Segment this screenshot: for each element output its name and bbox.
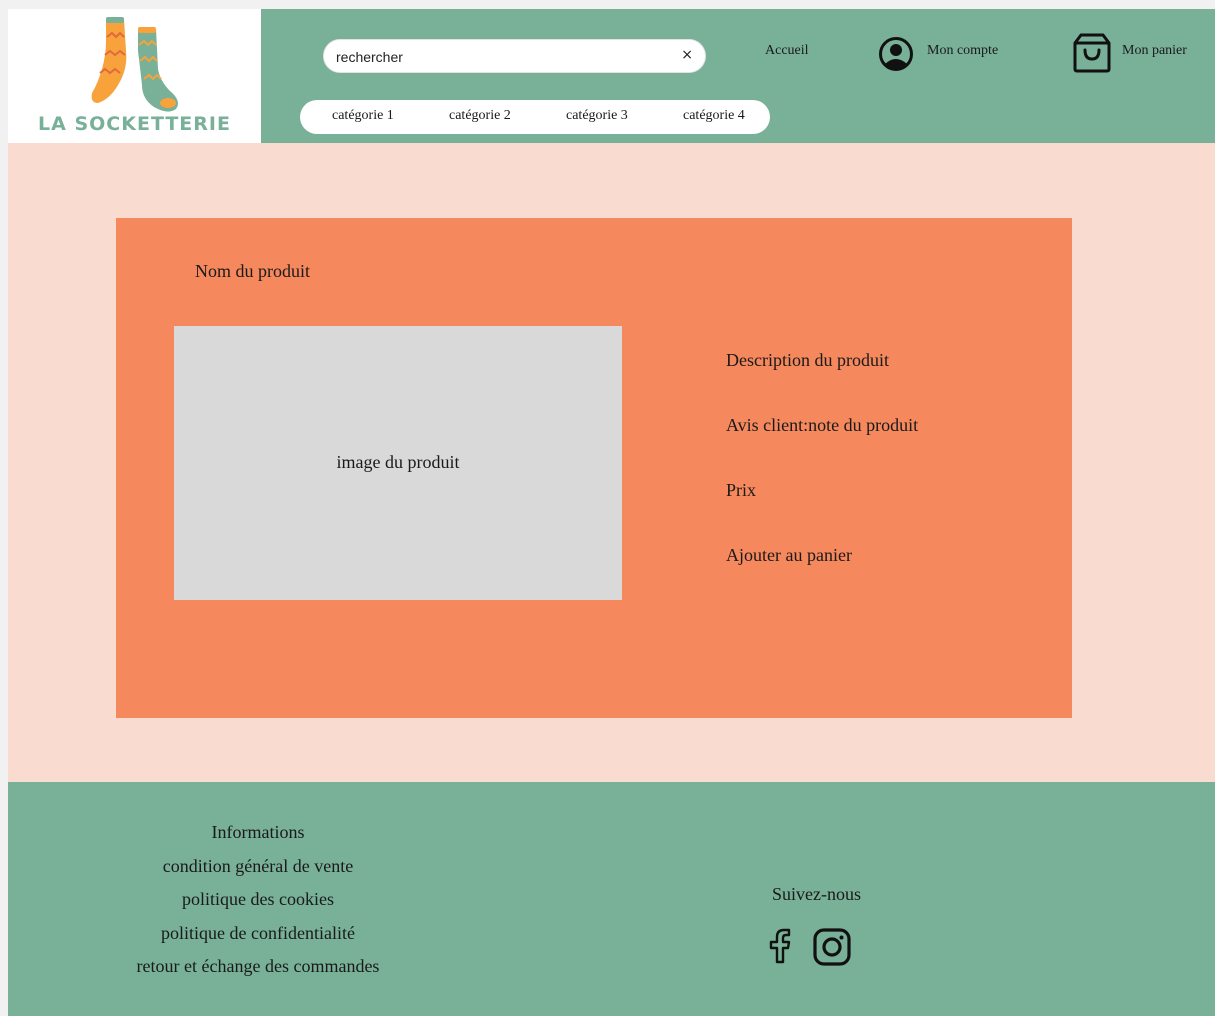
product-description: Description du produit [726, 350, 889, 370]
product-image-label: image du produit [336, 452, 460, 472]
footer-link-returns[interactable]: retour et échange des commandes [108, 956, 408, 990]
account-link[interactable]: Mon compte [927, 43, 998, 59]
follow-heading: Suivez-nous [772, 884, 861, 904]
category-link-1[interactable]: catégorie 1 [332, 108, 394, 124]
home-link[interactable]: Accueil [765, 43, 809, 59]
cart-link[interactable]: Mon panier [1122, 43, 1187, 59]
logo[interactable]: LA SOCKETTERIE [8, 9, 261, 143]
account-circle-icon[interactable] [878, 36, 914, 72]
site-header: LA SOCKETTERIE × catégorie 1 catégorie 2… [8, 9, 1215, 143]
footer-link-cgv[interactable]: condition général de vente [108, 856, 408, 890]
product-name: Nom du produit [195, 261, 310, 281]
site-footer: Informations condition général de vente … [8, 782, 1215, 1016]
footer-title: Informations [211, 822, 305, 842]
category-link-3[interactable]: catégorie 3 [566, 108, 628, 124]
socks-logo-icon [91, 17, 178, 112]
add-to-cart-button[interactable]: Ajouter au panier [726, 545, 852, 566]
product-review: Avis client:note du produit [726, 415, 919, 435]
facebook-icon[interactable] [768, 928, 792, 964]
product-panel: Nom du produit image du produit Descript… [116, 218, 1072, 718]
instagram-icon[interactable] [812, 927, 852, 967]
footer-info: Informations condition général de vente … [108, 822, 408, 990]
clear-icon[interactable]: × [681, 47, 693, 63]
search-input[interactable] [336, 47, 666, 67]
product-price: Prix [726, 480, 757, 500]
search-bar: × [323, 39, 706, 73]
category-link-2[interactable]: catégorie 2 [449, 108, 511, 124]
footer-link-cookies[interactable]: politique des cookies [108, 889, 408, 923]
product-image: image du produit [174, 326, 622, 600]
brand-name: LA SOCKETTERIE [38, 113, 231, 135]
category-nav: catégorie 1 catégorie 2 catégorie 3 caté… [300, 100, 770, 134]
category-link-4[interactable]: catégorie 4 [683, 108, 745, 124]
shopping-bag-icon[interactable] [1073, 33, 1111, 73]
page: LA SOCKETTERIE × catégorie 1 catégorie 2… [8, 9, 1215, 1016]
footer-link-privacy[interactable]: politique de confidentialité [108, 923, 408, 957]
